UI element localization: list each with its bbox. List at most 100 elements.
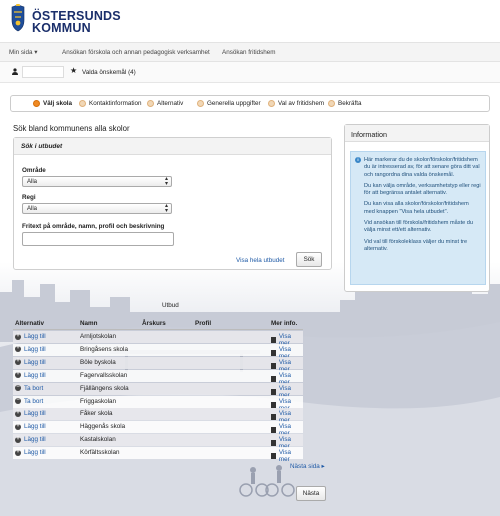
table-row: −Ta bortFjällängens skolaVisa mer bbox=[13, 382, 303, 399]
document-icon bbox=[271, 427, 276, 434]
nav-afterschool-application[interactable]: Ansökan fritidshem bbox=[222, 49, 276, 56]
freetext-input[interactable] bbox=[22, 232, 174, 246]
user-bar: ★ Valda önskemål (4) bbox=[0, 62, 500, 83]
col-header-namn[interactable]: Namn bbox=[80, 320, 98, 327]
brand-line-2: KOMMUN bbox=[32, 21, 91, 35]
add-school-button[interactable]: + Lägg till bbox=[15, 333, 46, 340]
remove-school-button[interactable]: − Ta bort bbox=[15, 384, 43, 392]
step-confirm[interactable]: Bekräfta bbox=[328, 100, 361, 107]
info-paragraph: Du kan visa alla skolor/förskolor/fritid… bbox=[364, 201, 469, 215]
show-more-link[interactable]: Visa mer bbox=[271, 449, 303, 463]
school-name: Fjällängens skola bbox=[80, 384, 129, 392]
select-arrows-icon: ▴ ▾ bbox=[164, 176, 168, 187]
area-select[interactable]: Alla ▴ ▾ bbox=[22, 176, 172, 187]
add-school-button[interactable]: + Lägg till bbox=[15, 358, 46, 366]
regi-select[interactable]: Alla ▴ ▾ bbox=[22, 203, 172, 214]
info-paragraph: Du kan välja område, verksamhetstyp elle… bbox=[364, 182, 481, 197]
info-paragraph: Här markerar du de skolor/förskolor/frit… bbox=[364, 157, 480, 178]
table-row: −Ta bortFriggaskolanVisa mer bbox=[13, 395, 303, 412]
show-all-link[interactable]: Visa hela utbudet bbox=[236, 257, 285, 264]
document-icon bbox=[271, 401, 276, 408]
search-section-title: Sök bland kommunens alla skolor bbox=[13, 124, 130, 133]
progress-steps: Välj skola Kontaktinformation Alternativ… bbox=[10, 95, 490, 112]
search-panel-header: Sök i utbudet bbox=[14, 138, 331, 155]
plus-circle-icon: + bbox=[15, 448, 21, 456]
step-choose-school[interactable]: Välj skola bbox=[33, 100, 72, 107]
step-pending-icon bbox=[79, 100, 86, 107]
info-paragraph: Vid ansökan till förskola/fritidshem mås… bbox=[364, 220, 474, 234]
user-name-box[interactable] bbox=[22, 66, 64, 78]
step-contact-info[interactable]: Kontaktinformation bbox=[79, 100, 142, 107]
add-school-button[interactable]: + Lägg till bbox=[15, 436, 46, 443]
add-school-button[interactable]: + Lägg till bbox=[15, 345, 46, 353]
plus-circle-icon: + bbox=[15, 409, 21, 417]
next-page-link[interactable]: Nästa sida ▸ bbox=[290, 463, 325, 470]
info-icon: i bbox=[355, 157, 361, 163]
step-alternatives[interactable]: Alternativ bbox=[147, 100, 183, 107]
plus-circle-icon: + bbox=[15, 435, 21, 443]
municipality-shield-icon bbox=[11, 4, 25, 32]
table-header-divider bbox=[13, 329, 303, 330]
school-name: Arnljotskolan bbox=[80, 333, 117, 340]
document-icon bbox=[271, 388, 276, 395]
nav-preschool-application[interactable]: Ansökan förskola och annan pedagogisk ve… bbox=[62, 49, 210, 56]
add-school-button[interactable]: + Lägg till bbox=[15, 371, 46, 379]
user-icon bbox=[12, 68, 18, 75]
add-school-button[interactable]: + Lägg till bbox=[15, 410, 46, 417]
nav-my-page[interactable]: Min sida ▾ bbox=[9, 49, 37, 56]
table-row: +Lägg tillHäggenås skolaVisa mer bbox=[13, 421, 303, 437]
select-arrows-icon: ▴ ▾ bbox=[164, 203, 168, 214]
document-icon bbox=[271, 440, 276, 447]
star-icon: ★ bbox=[70, 66, 78, 75]
search-button[interactable]: Sök bbox=[296, 252, 322, 267]
document-icon bbox=[271, 349, 276, 356]
brand-logo-text[interactable]: ÖSTERSUNDS KOMMUN bbox=[32, 10, 121, 35]
information-header: Information bbox=[345, 125, 489, 142]
table-row: +Lägg tillFagervallsskolanVisa mer bbox=[13, 369, 303, 386]
next-button[interactable]: Nästa bbox=[296, 486, 326, 501]
plus-circle-icon: + bbox=[15, 371, 21, 379]
info-paragraph: Vid val till förskoleklass väljer du min… bbox=[364, 238, 468, 252]
table-caption: Utbud bbox=[162, 302, 179, 309]
area-label: Område bbox=[22, 167, 46, 174]
table-row: +Lägg tillFåker skolaVisa mer bbox=[13, 408, 303, 424]
step-pending-icon bbox=[197, 100, 204, 107]
school-name: Fagervallsskolan bbox=[80, 371, 128, 379]
step-active-icon bbox=[33, 100, 40, 107]
step-pending-icon bbox=[268, 100, 275, 107]
chosen-wishes-link[interactable]: Valda önskemål (4) bbox=[82, 69, 136, 76]
regi-label: Regi bbox=[22, 194, 36, 201]
school-name: Kastalskolan bbox=[80, 436, 116, 444]
table-row: +Lägg tillBringåsens skolaVisa mer bbox=[13, 343, 303, 360]
document-icon bbox=[271, 414, 276, 421]
table-row: +Lägg tillArnljotskolanVisa mer bbox=[13, 331, 303, 347]
school-name: Friggaskolan bbox=[80, 397, 117, 405]
plus-circle-icon: + bbox=[15, 358, 21, 366]
step-pending-icon bbox=[147, 100, 154, 107]
freetext-label: Fritext på område, namn, profil och besk… bbox=[22, 223, 165, 230]
school-name: Häggenås skola bbox=[80, 423, 126, 431]
add-school-button[interactable]: + Lägg till bbox=[15, 449, 46, 456]
plus-circle-icon: + bbox=[15, 422, 21, 430]
information-panel: Information i Här markerar du de skolor/… bbox=[344, 124, 490, 292]
minus-circle-icon: − bbox=[15, 397, 21, 404]
step-general-info[interactable]: Generella uppgifter bbox=[197, 100, 261, 107]
minus-circle-icon: − bbox=[15, 384, 21, 392]
step-afterschool-choice[interactable]: Val av fritidshem bbox=[268, 100, 324, 107]
col-header-mer-info: Mer info. bbox=[271, 320, 298, 327]
plus-circle-icon: + bbox=[15, 345, 21, 353]
col-header-profil[interactable]: Profil bbox=[195, 320, 211, 327]
document-icon bbox=[271, 362, 276, 369]
remove-school-button[interactable]: − Ta bort bbox=[15, 397, 43, 405]
plus-circle-icon: + bbox=[15, 332, 21, 340]
step-pending-icon bbox=[328, 100, 335, 107]
table-row: +Lägg tillKastalskolanVisa mer bbox=[13, 434, 303, 450]
add-school-button[interactable]: + Lägg till bbox=[15, 423, 46, 430]
document-icon bbox=[271, 337, 276, 343]
col-header-arskurs[interactable]: Årskurs bbox=[142, 320, 166, 327]
information-message: i Här markerar du de skolor/förskolor/fr… bbox=[350, 151, 486, 285]
table-row: + Lägg till Körfältsskolan Visa mer bbox=[13, 447, 303, 463]
col-header-alternativ: Alternativ bbox=[15, 320, 45, 327]
document-icon bbox=[271, 375, 276, 382]
school-name: Körfältsskolan bbox=[80, 449, 120, 457]
